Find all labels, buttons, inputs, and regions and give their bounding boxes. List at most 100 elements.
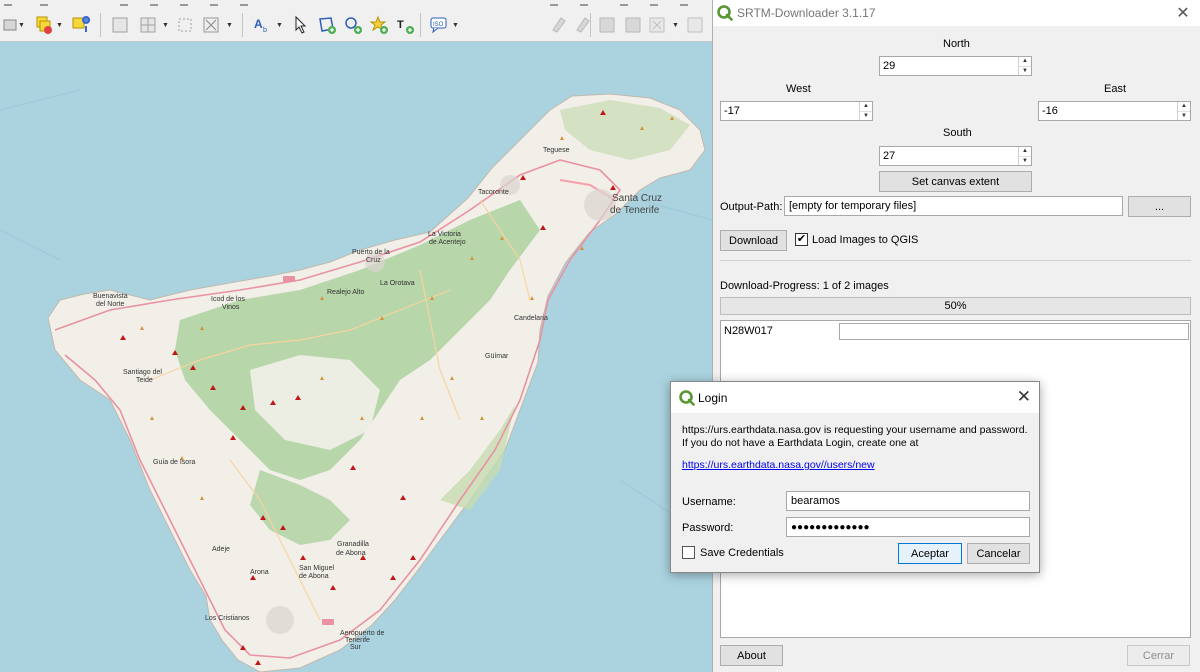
window-title: SRTM-Downloader 3.1.17 [737, 6, 876, 20]
grid-icon[interactable] [138, 14, 160, 36]
place-label: Granadilla [337, 541, 369, 548]
select-location-icon[interactable] [70, 14, 92, 36]
close-icon[interactable]: ✕ [1173, 3, 1193, 23]
close-button: Cerrar [1127, 645, 1190, 666]
svg-text:b: b [263, 27, 267, 34]
delete-disabled-icon [646, 14, 668, 36]
chevron-down-icon[interactable]: ▼ [18, 22, 25, 29]
tile-progress-bar [839, 323, 1189, 340]
spin-up-icon[interactable]: ▲ [1178, 102, 1190, 111]
east-value[interactable]: -16 [1039, 105, 1177, 117]
place-label: Güímar [485, 353, 509, 360]
close-icon[interactable]: ✕ [1017, 387, 1031, 407]
password-label: Password: [682, 522, 734, 534]
create-account-link[interactable]: https://urs.earthdata.nasa.gov//users/ne… [682, 459, 875, 471]
label-tool-icon[interactable]: Ab [252, 14, 274, 36]
merge-disabled-icon [684, 14, 706, 36]
place-label: Adeje [212, 546, 230, 553]
spin-down-icon[interactable]: ▼ [1019, 65, 1031, 76]
load-images-label: Load Images to QGIS [812, 234, 919, 246]
login-message: https://urs.earthdata.nasa.gov is reques… [682, 424, 1028, 449]
spin-down-icon[interactable]: ▼ [1178, 110, 1190, 121]
browse-button[interactable]: ... [1128, 196, 1191, 217]
place-label: Icod de los [211, 296, 245, 303]
east-spinbox[interactable]: -16 ▲ ▼ [1038, 101, 1191, 121]
place-label: Tacoronte [478, 189, 509, 196]
password-field[interactable]: ●●●●●●●●●●●●● [786, 517, 1030, 537]
west-value[interactable]: -17 [721, 105, 859, 117]
chevron-down-icon[interactable]: ▼ [276, 22, 283, 29]
qgis-logo-icon [717, 5, 733, 24]
north-label: North [943, 38, 970, 50]
about-button[interactable]: About [720, 645, 783, 666]
digitize-disabled-icon [548, 14, 570, 36]
map-canvas[interactable]: Teguese Tacoronte Santa Cruz de Tenerife… [0, 40, 712, 672]
spin-up-icon[interactable]: ▲ [1019, 147, 1031, 156]
save-edits-disabled-icon [596, 14, 618, 36]
login-title: Login [698, 391, 728, 405]
spin-down-icon[interactable]: ▼ [860, 110, 872, 121]
north-spinbox[interactable]: 29 ▲ ▼ [879, 56, 1032, 76]
north-value[interactable]: 29 [880, 60, 1018, 72]
delete-selected-icon[interactable] [200, 14, 222, 36]
place-label: Guía de Isora [153, 459, 196, 466]
tile-name: N28W017 [724, 325, 773, 337]
place-label: Puerto de la [352, 249, 390, 256]
download-button[interactable]: Download [720, 230, 787, 251]
chevron-down-icon[interactable]: ▼ [162, 22, 169, 29]
edit-pencil-icon[interactable] [110, 14, 132, 36]
place-label: Aeropuerto de [340, 630, 384, 637]
username-field[interactable]: bearamos [786, 491, 1030, 511]
accept-button[interactable]: Aceptar [898, 543, 962, 564]
place-label: Santiago del [123, 369, 162, 376]
progress-text: 50% [944, 300, 967, 312]
place-label: Teguese [543, 147, 570, 154]
place-label: Santa Cruz [612, 193, 662, 204]
annotation-icon[interactable]: ISO [428, 14, 450, 36]
svg-text:ISO: ISO [433, 22, 444, 28]
load-images-checkbox[interactable]: ✔ [795, 233, 808, 246]
place-label: Sur [350, 644, 362, 651]
add-polygon-icon[interactable] [316, 14, 338, 36]
checkmark-icon: ✔ [796, 233, 807, 245]
spin-down-icon[interactable]: ▼ [1019, 155, 1031, 166]
west-label: West [786, 83, 811, 95]
place-label: Candelaria [514, 315, 548, 322]
add-star-icon[interactable] [368, 14, 390, 36]
south-label: South [943, 127, 972, 139]
chevron-down-icon[interactable]: ▼ [452, 22, 459, 29]
spin-up-icon[interactable]: ▲ [1019, 57, 1031, 66]
spin-up-icon[interactable]: ▲ [860, 102, 872, 111]
chevron-down-icon[interactable]: ▼ [226, 22, 233, 29]
output-path-field[interactable]: [empty for temporary files] [784, 196, 1123, 216]
svg-text:T: T [397, 19, 404, 31]
username-label: Username: [682, 496, 736, 508]
set-canvas-extent-button[interactable]: Set canvas extent [879, 171, 1032, 192]
login-dialog: Login ✕ https://urs.earthdata.nasa.gov i… [670, 381, 1040, 573]
node-tool-icon[interactable] [174, 14, 196, 36]
title-bar: SRTM-Downloader 3.1.17 ✕ [713, 0, 1200, 26]
place-label: de Acentejo [429, 239, 466, 246]
place-label: Vinos [222, 304, 240, 311]
west-spinbox[interactable]: -17 ▲ ▼ [720, 101, 873, 121]
south-spinbox[interactable]: 27 ▲ ▼ [879, 146, 1032, 166]
south-value[interactable]: 27 [880, 150, 1018, 162]
pointer-icon[interactable] [290, 14, 312, 36]
cancel-button[interactable]: Cancelar [967, 543, 1030, 564]
place-label: de Abona [336, 550, 366, 557]
chevron-down-icon[interactable]: ▼ [56, 22, 63, 29]
place-label: del Norte [96, 301, 125, 308]
place-label: Realejo Alto [327, 289, 364, 296]
select-features-icon[interactable] [32, 14, 54, 36]
add-text-icon[interactable]: T [394, 14, 416, 36]
svg-text:A: A [254, 17, 263, 31]
divider [720, 260, 1191, 261]
rollback-disabled-icon [622, 14, 644, 36]
place-label: Teide [136, 377, 153, 384]
add-ring-icon[interactable] [342, 14, 364, 36]
save-credentials-checkbox[interactable] [682, 546, 695, 559]
place-label: Tenerife [345, 637, 370, 644]
download-progress-label: Download-Progress: 1 of 2 images [720, 280, 889, 292]
place-label: La Victoria [428, 231, 461, 238]
chevron-down-icon[interactable]: ▼ [672, 22, 679, 29]
